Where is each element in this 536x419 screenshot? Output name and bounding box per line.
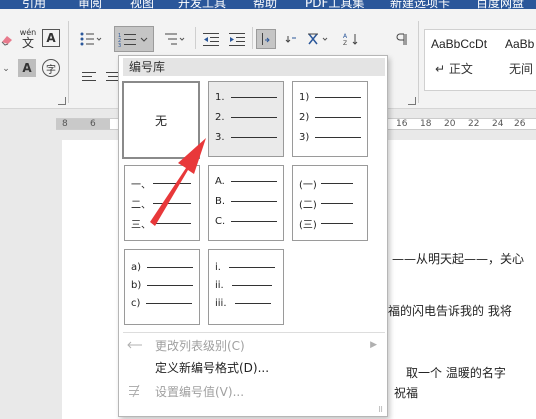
annotation-arrow [150,138,206,226]
red-arrow-icon [150,138,206,226]
